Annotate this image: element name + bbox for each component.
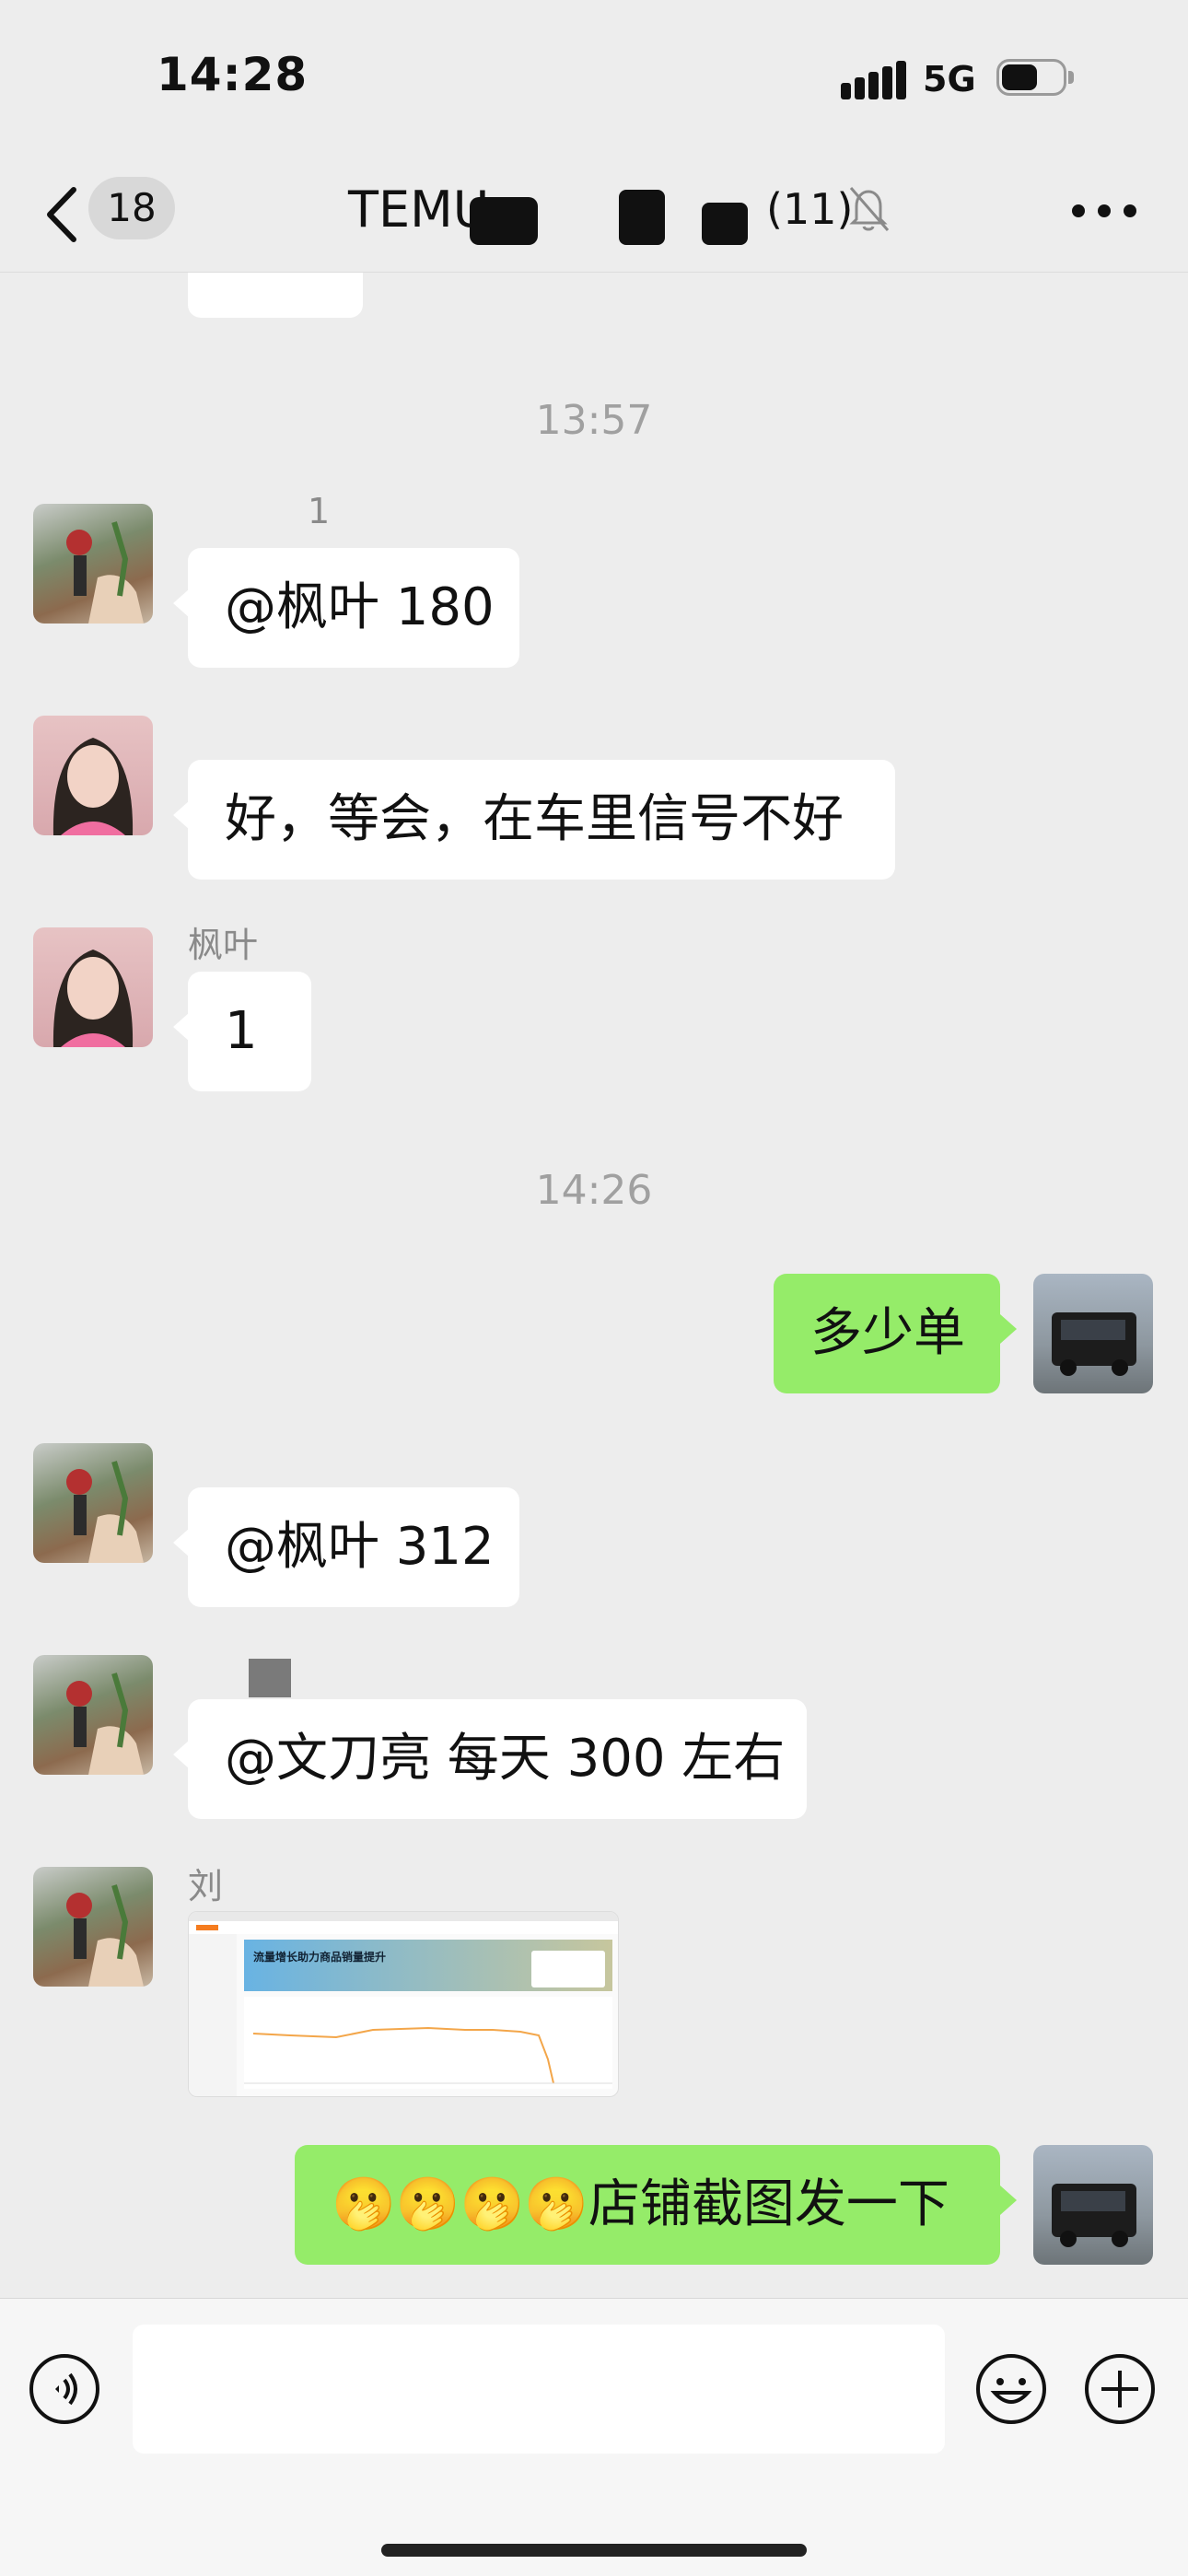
more-icon[interactable]	[1072, 204, 1136, 217]
status-time: 14:28	[157, 48, 309, 101]
bubble-tail	[173, 1012, 190, 1042]
input-bar	[0, 2298, 1188, 2576]
message-bubble[interactable]: @文刀亮 每天 300 左右	[188, 1699, 807, 1819]
redaction-mark	[619, 190, 665, 245]
emoji-icon[interactable]	[974, 2352, 1048, 2426]
sender-name: 1	[308, 491, 331, 531]
timestamp: 14:26	[535, 1167, 653, 1214]
bubble-tail	[173, 1740, 190, 1769]
avatar[interactable]	[33, 716, 153, 835]
avatar-self[interactable]	[1033, 1274, 1153, 1393]
avatar[interactable]	[33, 1867, 153, 1987]
back-chevron-icon[interactable]	[41, 182, 85, 247]
avatar[interactable]	[33, 1655, 153, 1775]
redaction-mark	[702, 203, 748, 245]
image-banner-title: 流量增长助力商品销量提升	[253, 1951, 387, 1964]
network-type: 5G	[923, 59, 976, 99]
chat-title[interactable]: TEMU	[348, 181, 489, 239]
mute-bell-icon	[849, 187, 890, 231]
status-bar: 14:28 5G	[0, 0, 1188, 166]
avatar[interactable]	[33, 1443, 153, 1563]
message-bubble[interactable]: @枫叶 180	[188, 548, 519, 668]
voice-icon[interactable]	[28, 2352, 101, 2426]
redaction-mark	[470, 197, 538, 245]
plus-icon[interactable]	[1083, 2352, 1157, 2426]
unread-count-badge[interactable]: 18	[88, 177, 175, 239]
bubble-tail	[1000, 2186, 1017, 2215]
message-bubble[interactable]: 好，等会，在车里信号不好	[188, 760, 895, 880]
member-count: (11)	[766, 184, 854, 234]
home-indicator[interactable]	[381, 2544, 807, 2557]
message-list[interactable]: 行了 13:57 1 @枫叶 180 好，等会，在车里信号不好 枫叶 1 14:…	[0, 198, 1188, 2298]
signal-icon	[841, 61, 906, 99]
redaction-mark	[249, 1659, 291, 1697]
bubble-tail	[173, 589, 190, 618]
bubble-tail	[173, 800, 190, 830]
sender-name: 刘	[188, 1866, 224, 1906]
message-bubble[interactable]: @枫叶 312	[188, 1487, 519, 1607]
sender-name: 枫叶	[188, 925, 259, 965]
avatar[interactable]	[33, 927, 153, 1047]
message-bubble-self[interactable]: 多少单	[774, 1274, 1000, 1393]
image-message[interactable]: 流量增长助力商品销量提升	[188, 1911, 619, 2097]
message-bubble[interactable]: 1	[188, 972, 311, 1091]
bubble-tail	[173, 1528, 190, 1557]
avatar-self[interactable]	[1033, 2145, 1153, 2265]
message-input[interactable]	[133, 2325, 945, 2454]
battery-icon	[996, 59, 1076, 99]
bubble-tail	[1000, 1314, 1017, 1344]
message-bubble-self[interactable]: 🫢🫢🫢🫢店铺截图发一下	[295, 2145, 1000, 2265]
chat-header	[0, 166, 1188, 273]
avatar[interactable]	[33, 504, 153, 624]
timestamp: 13:57	[535, 397, 653, 444]
